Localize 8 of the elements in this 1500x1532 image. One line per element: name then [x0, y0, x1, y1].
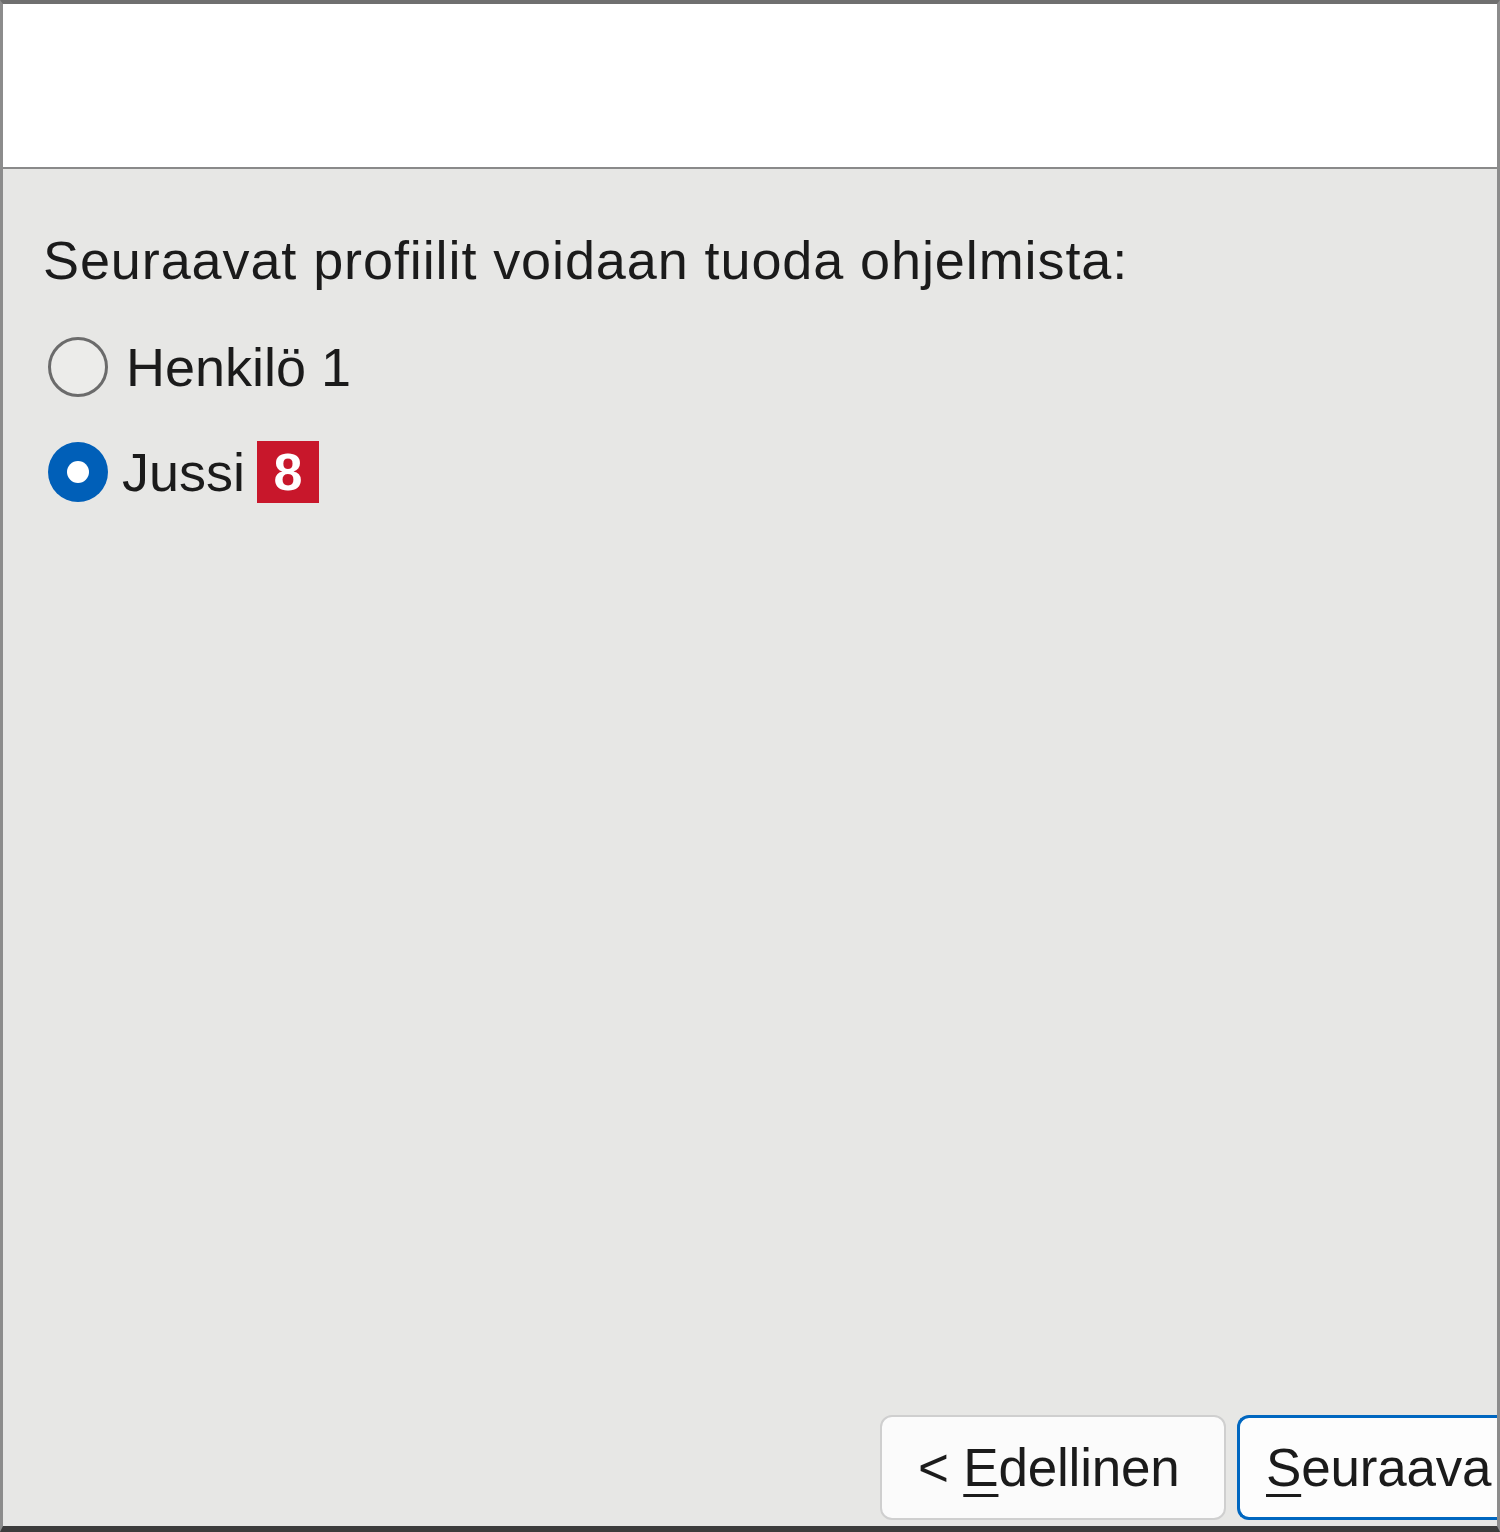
radio-button[interactable] — [47, 440, 109, 503]
back-button[interactable]: < Edellinen — [880, 1415, 1226, 1520]
radio-button[interactable] — [47, 335, 109, 398]
number-badge: 8 — [257, 440, 320, 503]
next-button[interactable]: Seuraava — [1237, 1415, 1497, 1520]
prompt-text: Seuraavat profiilit voidaan tuoda ohjelmista: — [43, 229, 1129, 292]
radio-label[interactable]: Jussi — [122, 440, 246, 503]
radio-label[interactable]: Henkilö 1 — [126, 335, 352, 398]
